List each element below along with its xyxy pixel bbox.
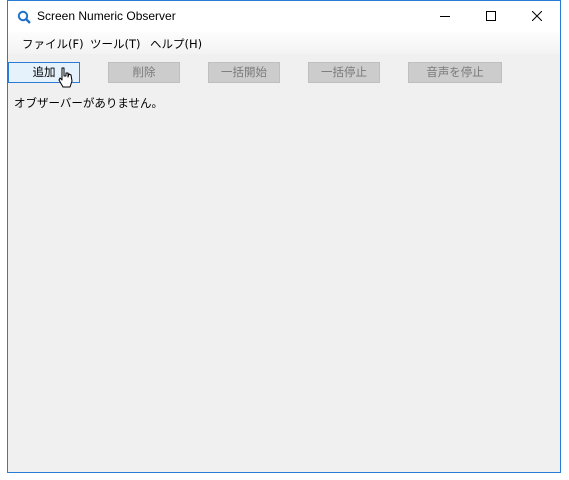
minimize-icon — [440, 16, 450, 17]
start-all-button[interactable]: 一括開始 — [208, 62, 280, 83]
hand-cursor-icon — [57, 67, 73, 93]
menu-help[interactable]: ヘルプ(H) — [150, 36, 202, 52]
close-button[interactable] — [514, 1, 560, 32]
minimize-button[interactable] — [422, 1, 468, 32]
close-icon — [532, 11, 542, 21]
stop-all-button[interactable]: 一括停止 — [308, 62, 380, 83]
magnifier-icon — [17, 9, 31, 24]
empty-observer-message: オブザーバーがありません。 — [14, 96, 164, 110]
delete-button[interactable]: 削除 — [108, 62, 180, 83]
menu-file[interactable]: ファイル(F) — [22, 36, 84, 52]
menu-tools[interactable]: ツール(T) — [90, 36, 141, 52]
title-bar[interactable]: Screen Numeric Observer — [8, 1, 560, 32]
menu-bar: ファイル(F) ツール(T) ヘルプ(H) — [8, 32, 560, 54]
window-title: Screen Numeric Observer — [37, 9, 176, 23]
maximize-button[interactable] — [468, 1, 514, 32]
stop-sound-button[interactable]: 音声を停止 — [408, 62, 502, 83]
maximize-icon — [486, 11, 496, 21]
